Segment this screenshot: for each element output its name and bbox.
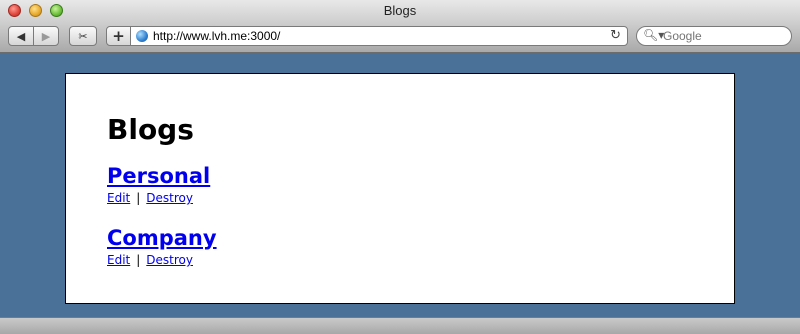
back-button[interactable]: ◀ xyxy=(8,26,34,46)
destroy-link[interactable]: Destroy xyxy=(146,253,193,267)
add-bookmark-button[interactable]: + xyxy=(106,26,131,46)
blog-title-link[interactable]: Personal xyxy=(107,164,210,188)
edit-link[interactable]: Edit xyxy=(107,191,130,205)
back-arrow-icon: ◀ xyxy=(16,29,26,43)
blog-item: Company Edit | Destroy xyxy=(107,226,217,267)
blog-actions: Edit | Destroy xyxy=(107,191,210,205)
reload-icon[interactable]: ↻ xyxy=(610,28,621,43)
plus-icon: + xyxy=(112,27,125,45)
separator: | xyxy=(136,253,141,267)
edit-link[interactable]: Edit xyxy=(107,253,130,267)
title-bar: Blogs xyxy=(0,0,800,23)
scissors-icon: ✂ xyxy=(78,29,88,43)
blog-title-link[interactable]: Company xyxy=(107,226,217,250)
globe-icon xyxy=(136,30,148,42)
address-bar[interactable]: http://www.lvh.me:3000/ ↻ xyxy=(130,26,628,46)
separator: | xyxy=(136,191,141,205)
status-bar xyxy=(0,317,800,334)
forward-arrow-icon: ▶ xyxy=(41,29,51,43)
blog-item: Personal Edit | Destroy xyxy=(107,164,210,205)
destroy-link[interactable]: Destroy xyxy=(146,191,193,205)
page-content: Blogs Personal Edit | Destroy Company Edit… xyxy=(65,73,735,304)
search-input[interactable] xyxy=(663,29,783,43)
browser-toolbar: ◀ ▶ ✂ + http://www.lvh.me:3000/ ↻ 🔍︎▾ xyxy=(0,22,800,53)
url-text[interactable]: http://www.lvh.me:3000/ xyxy=(153,29,280,43)
snip-button[interactable]: ✂ xyxy=(69,26,97,46)
window-title: Blogs xyxy=(383,3,417,18)
page-title: Blogs xyxy=(107,113,194,146)
search-field[interactable]: 🔍︎▾ xyxy=(636,26,792,46)
forward-button[interactable]: ▶ xyxy=(33,26,59,46)
blog-actions: Edit | Destroy xyxy=(107,253,217,267)
search-icon: 🔍︎▾ xyxy=(643,28,665,42)
